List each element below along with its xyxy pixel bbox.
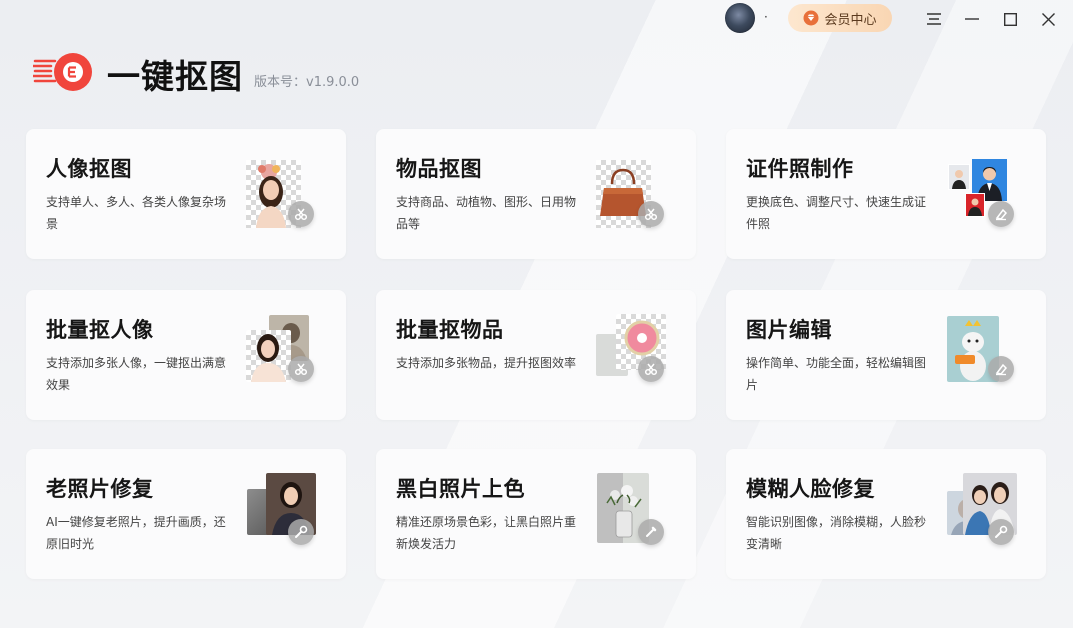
card-batch-object[interactable]: 批量抠物品 支持添加多张物品，提升抠图效率 [376,290,696,420]
username-label[interactable]: · [764,10,768,24]
wrench-icon [288,519,314,545]
card-title: 证件照制作 [746,157,854,181]
card-image-edit[interactable]: 图片编辑 操作简单、功能全面，轻松编辑图片 [726,290,1046,420]
card-title: 人像抠图 [46,157,132,181]
card-description: 支持单人、多人、各类人像复杂场景 [46,195,227,231]
close-icon[interactable] [1037,8,1059,30]
brush-icon [638,519,664,545]
wrench-icon [988,519,1014,545]
app-logo [31,52,95,92]
card-description: 智能识别图像，消除模糊，人脸秒变清晰 [746,515,927,551]
card-title: 老照片修复 [46,477,154,501]
card-description: 精准还原场景色彩，让黑白照片重新焕发活力 [396,515,577,551]
eraser-icon [988,201,1014,227]
maximize-icon[interactable] [999,8,1021,30]
card-title: 黑白照片上色 [396,477,525,501]
portrait-front-thumbnail [246,330,291,382]
card-title: 批量抠人像 [46,318,154,342]
scissors-icon [638,356,664,382]
minimize-icon[interactable] [961,8,983,30]
card-title: 批量抠物品 [396,318,504,342]
card-title: 图片编辑 [746,318,832,342]
title-bar: · 会员中心 [0,0,1073,40]
eraser-icon [988,356,1014,382]
card-description: AI一键修复老照片，提升画质，还原旧时光 [46,515,226,551]
scissors-icon [288,201,314,227]
scissors-icon [638,201,664,227]
id-photo-red-thumbnail [965,193,985,217]
card-description: 操作简单、功能全面，轻松编辑图片 [746,356,927,392]
card-blurry-face-repair[interactable]: 模糊人脸修复 智能识别图像，消除模糊，人脸秒变清晰 [726,449,1046,579]
card-bw-colorize[interactable]: 黑白照片上色 精准还原场景色彩，让黑白照片重新焕发活力 [376,449,696,579]
card-id-photo[interactable]: 证件照制作 更换底色、调整尺寸、快速生成证件照 [726,129,1046,259]
card-description: 支持添加多张人像，一键抠出满意效果 [46,356,227,392]
card-portrait-cutout[interactable]: 人像抠图 支持单人、多人、各类人像复杂场景 [26,129,346,259]
diamond-icon [803,10,819,26]
card-title: 物品抠图 [396,157,482,181]
card-description: 更换底色、调整尺寸、快速生成证件照 [746,195,927,231]
card-old-photo-repair[interactable]: 老照片修复 AI一键修复老照片，提升画质，还原旧时光 [26,449,346,579]
card-batch-portrait[interactable]: 批量抠人像 支持添加多张人像，一键抠出满意效果 [26,290,346,420]
id-photo-gray-thumbnail [948,164,970,190]
app-title: 一键抠图 [107,57,243,96]
card-description: 支持商品、动植物、图形、日用物品等 [396,195,577,231]
vip-center-label: 会员中心 [824,12,877,28]
card-title: 模糊人脸修复 [746,477,875,501]
card-object-cutout[interactable]: 物品抠图 支持商品、动植物、图形、日用物品等 [376,129,696,259]
version-label: 版本号：v1.9.0.0 [254,75,360,90]
scissors-icon [288,356,314,382]
card-description: 支持添加多张物品，提升抠图效率 [396,356,577,370]
avatar[interactable] [725,3,755,33]
vip-center-button[interactable]: 会员中心 [788,4,892,32]
menu-icon[interactable] [923,8,945,30]
